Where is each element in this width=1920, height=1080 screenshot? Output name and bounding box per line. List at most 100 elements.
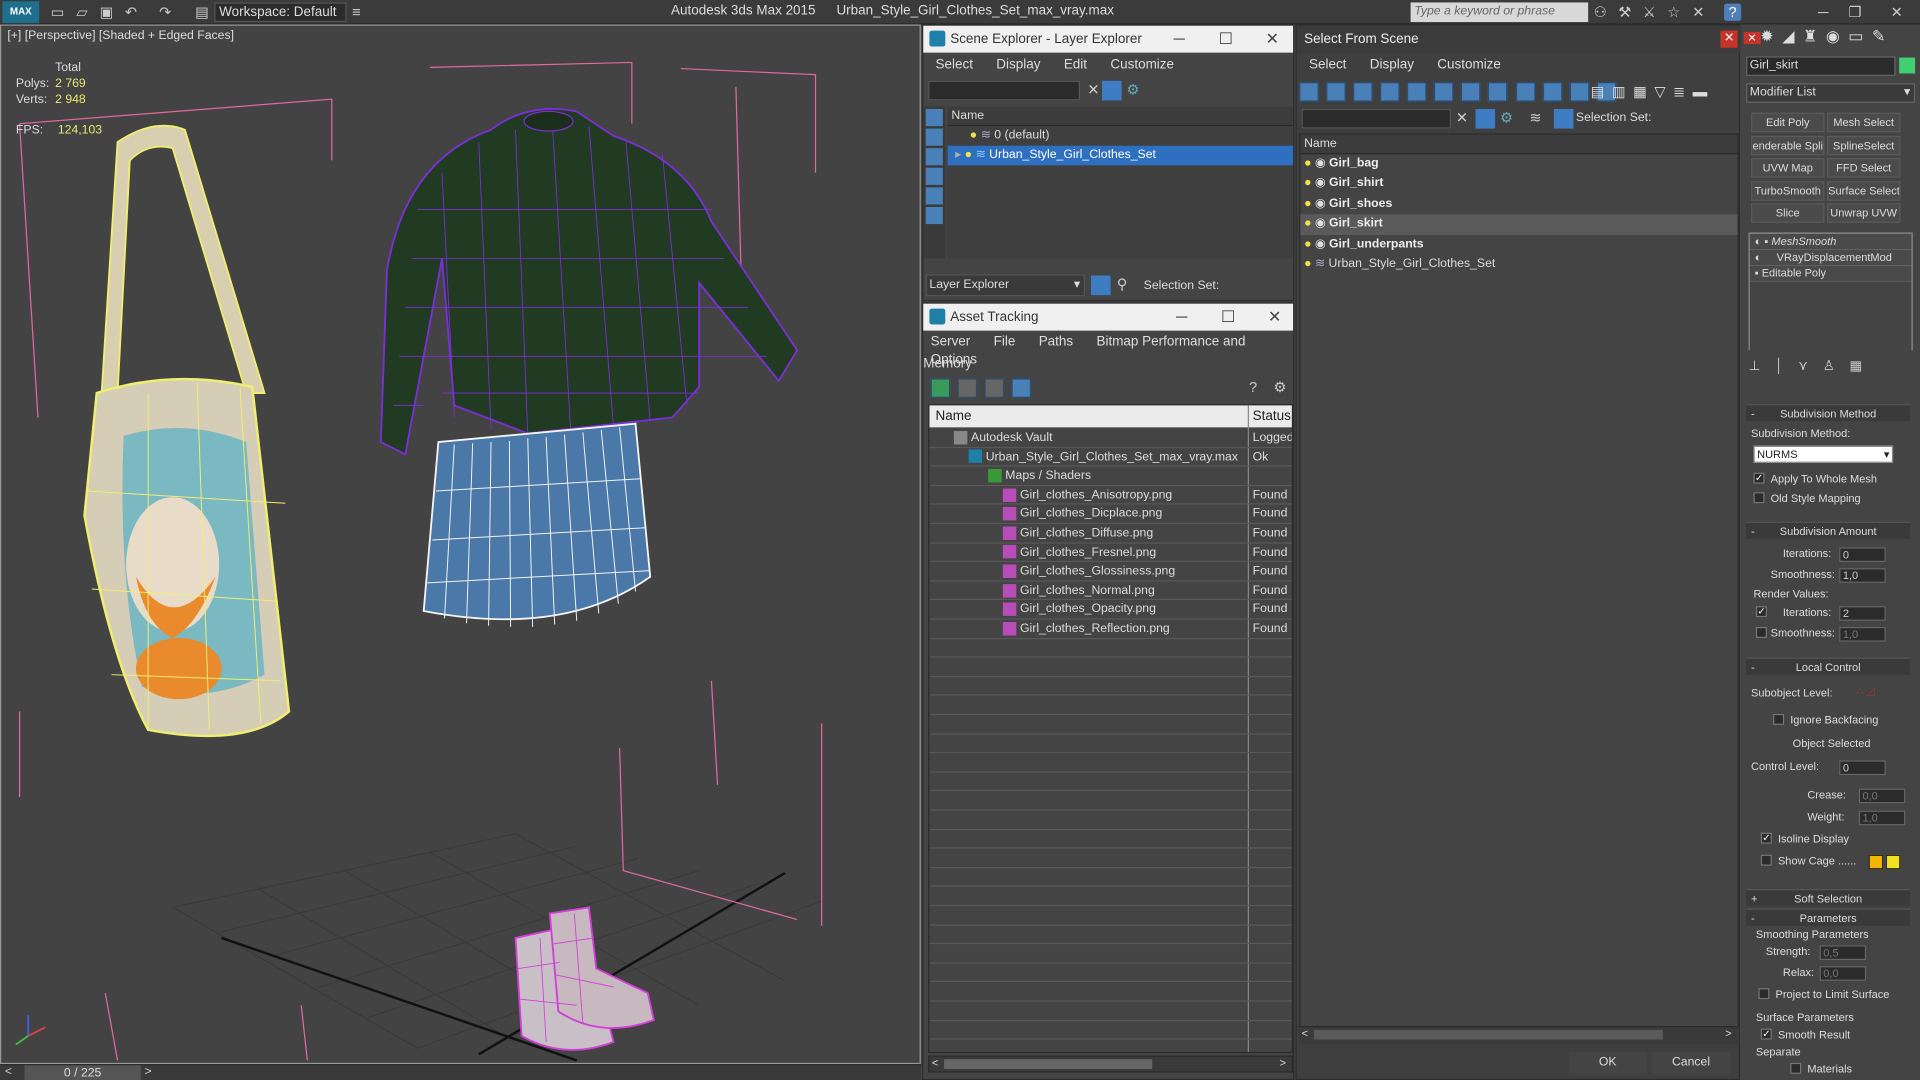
pin-stack-icon[interactable]: ⊥	[1749, 359, 1775, 374]
col-name-header[interactable]: Name	[936, 405, 972, 427]
tab-hierarchy-icon[interactable]: ♜	[1803, 27, 1826, 45]
workspace-dropdown[interactable]: Workspace: Default	[214, 2, 347, 23]
filter-xrefs-icon[interactable]	[1488, 82, 1508, 102]
lightbulb-icon[interactable]: ●	[1304, 257, 1311, 270]
modifier-button[interactable]: Edit Poly	[1751, 112, 1825, 133]
smoothness-spinner[interactable]: 1,0	[1839, 568, 1886, 583]
scroll-thumb[interactable]	[944, 1059, 1153, 1069]
exchange-icon[interactable]: ✕	[1690, 4, 1707, 21]
modifier-button[interactable]: SplineSelect	[1826, 135, 1901, 156]
ok-button[interactable]: OK	[1568, 1051, 1647, 1074]
menu-customize[interactable]: Customize	[1437, 58, 1501, 73]
filter-icon[interactable]	[1475, 108, 1496, 129]
menu-edit[interactable]: Edit	[1064, 58, 1087, 73]
menu-customize[interactable]: Customize	[1110, 58, 1174, 73]
app-logo[interactable]: MAX	[2, 1, 40, 24]
bulb-icon[interactable]: ◐	[1755, 235, 1762, 247]
maximize-icon[interactable]: ☐	[1212, 304, 1244, 331]
layer-options-icon[interactable]: ⚙	[1127, 81, 1147, 101]
select-from-scene-titlebar[interactable]: Select From Scene ✕	[1296, 25, 1742, 53]
vertex-subobject-icon[interactable]: ∴ ◿	[1856, 684, 1875, 697]
minimize-icon[interactable]: ─	[1810, 2, 1837, 22]
help-icon[interactable]: ?	[1249, 378, 1266, 395]
undo-icon[interactable]: ↶	[122, 4, 139, 21]
clear-search-icon[interactable]: ✕	[1087, 81, 1099, 98]
menu-server[interactable]: Server	[931, 334, 971, 349]
cancel-button[interactable]: Cancel	[1651, 1051, 1731, 1074]
modifier-button[interactable]: TurboSmooth	[1751, 180, 1825, 201]
filter-funnel-icon[interactable]: ▽	[1654, 83, 1673, 100]
cage-color-swatch-1[interactable]	[1868, 854, 1884, 870]
layer-row-selected[interactable]: ▸ ● ≋ Urban_Style_Girl_Clothes_Set	[947, 145, 1294, 166]
hierarchy-icon[interactable]: ≣	[1673, 83, 1693, 100]
project-folder-icon[interactable]: ▤	[193, 4, 210, 21]
scene-explorer-search-input[interactable]	[928, 80, 1081, 101]
lightbulb-icon[interactable]: ●	[1304, 157, 1311, 170]
object-name-input[interactable]: Girl_skirt	[1746, 56, 1896, 76]
minimize-icon[interactable]: ─	[1166, 304, 1198, 331]
redo-icon[interactable]: ↷	[157, 4, 174, 21]
old-style-mapping-checkbox[interactable]	[1753, 492, 1765, 504]
smooth-result-checkbox[interactable]: ✓	[1760, 1028, 1772, 1040]
scroll-thumb[interactable]	[1313, 1029, 1663, 1040]
modifier-button[interactable]: Surface Select	[1826, 180, 1901, 201]
tab-modify-icon[interactable]: ◢	[1782, 27, 1803, 45]
parameters-rollout[interactable]: - Parameters	[1746, 908, 1911, 926]
stack-item-vraydisplacement[interactable]: ◐ VRayDisplacementMod	[1749, 249, 1912, 266]
tools-icon[interactable]: ⚒	[1616, 4, 1633, 21]
tab-motion-icon[interactable]: ◉	[1826, 27, 1848, 45]
apply-whole-mesh-checkbox[interactable]: ✓	[1753, 472, 1765, 484]
minimize-icon[interactable]: ─	[1163, 26, 1195, 53]
subdivision-amount-rollout[interactable]: - Subdivision Amount	[1746, 521, 1911, 539]
select-invert-icon[interactable]: ▦	[1633, 83, 1654, 100]
lightbulb-icon[interactable]: ●	[1304, 217, 1311, 230]
layer-row[interactable]: ● ≋ 0 (default)	[948, 126, 1293, 146]
object-row[interactable]: ● ◉ Girl_shoes	[1300, 194, 1737, 214]
lightbulb-icon[interactable]: ●	[1304, 177, 1311, 190]
filter-geometry-icon[interactable]	[1299, 82, 1319, 102]
perspective-viewport[interactable]: [+] [Perspective] [Shaded + Edged Faces]…	[0, 24, 921, 1065]
asset-horizontal-scrollbar[interactable]: < >	[928, 1055, 1294, 1073]
open-file-icon[interactable]: ▱	[73, 4, 90, 21]
filter-frozen-icon[interactable]	[1569, 82, 1589, 102]
cage-color-swatch-2[interactable]	[1885, 854, 1901, 870]
render-smoothness-checkbox[interactable]	[1755, 626, 1767, 638]
tab-utilities-icon[interactable]: ✎	[1872, 27, 1894, 45]
display-geometry-icon[interactable]	[925, 128, 943, 146]
refresh-icon[interactable]	[930, 378, 951, 398]
scroll-right-icon[interactable]: >	[1280, 1057, 1286, 1069]
help-icon[interactable]: ?	[1724, 3, 1742, 21]
object-list-header[interactable]: Name	[1300, 134, 1738, 155]
viewport-label[interactable]: [+] [Perspective] [Shaded + Edged Faces]	[7, 29, 234, 42]
table-view-icon[interactable]	[1011, 378, 1032, 398]
tab-create-icon[interactable]: ✹	[1760, 27, 1782, 45]
options-icon[interactable]: ▬	[1693, 83, 1715, 100]
binoculars-icon[interactable]: ⚇	[1592, 4, 1609, 21]
time-slider[interactable]: < 0 / 225 >	[0, 1064, 921, 1080]
time-next-icon[interactable]: >	[144, 1065, 151, 1078]
display-helpers-icon[interactable]	[925, 206, 943, 225]
lightbulb-icon[interactable]: ●	[970, 129, 977, 142]
project-limit-checkbox[interactable]	[1758, 988, 1770, 1000]
lightbulb-icon[interactable]: ●	[965, 148, 972, 161]
tab-display-icon[interactable]: ▭	[1848, 27, 1872, 45]
object-row[interactable]: ● ◉ Girl_underpants	[1300, 235, 1737, 255]
iterations-spinner[interactable]: 0	[1839, 547, 1886, 563]
list-view-icon[interactable]	[957, 378, 978, 398]
expand-arrow-icon[interactable]: ▸	[955, 148, 961, 161]
close-icon[interactable]: ✕	[1256, 26, 1288, 53]
filter-cameras-icon[interactable]	[1380, 82, 1400, 102]
filter-helpers-icon[interactable]	[1407, 82, 1427, 102]
display-all-icon[interactable]	[925, 108, 943, 127]
render-iterations-spinner[interactable]: 2	[1839, 606, 1886, 621]
hierarchy-icon[interactable]: ⚲	[1117, 276, 1137, 296]
clear-search-icon[interactable]: ✕	[1456, 109, 1468, 126]
render-iterations-checkbox[interactable]: ✓	[1755, 606, 1767, 618]
configure-sets-icon[interactable]: ▦	[1849, 359, 1876, 374]
ignore-backfacing-checkbox[interactable]	[1773, 713, 1785, 725]
modifier-button[interactable]: enderable Spli	[1751, 135, 1825, 156]
lightbulb-icon[interactable]: ●	[1304, 197, 1311, 210]
tree-view-icon[interactable]	[984, 378, 1005, 398]
subscription-icon[interactable]: ⚔	[1641, 4, 1658, 21]
show-cage-checkbox[interactable]	[1760, 854, 1772, 866]
